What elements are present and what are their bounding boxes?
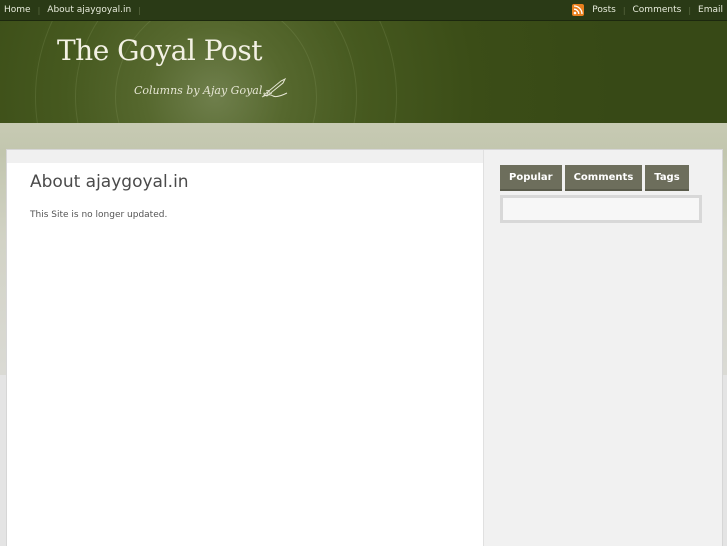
comments-feed-link[interactable]: Comments [629, 5, 686, 15]
posts-feed-link[interactable]: Posts [588, 5, 620, 15]
site-header: The Goyal Post Columns by Ajay Goyal... [0, 21, 727, 123]
nav-home-link[interactable]: Home [0, 5, 35, 15]
nav-about-link[interactable]: About ajaygoyal.in [43, 5, 135, 15]
feed-links: Posts | Comments | Email [572, 0, 727, 20]
sidebar: Popular Comments Tags [484, 150, 722, 546]
nav-separator: | [622, 5, 626, 15]
tab-tags[interactable]: Tags [645, 165, 689, 191]
nav-separator: | [688, 5, 692, 15]
tab-comments[interactable]: Comments [564, 165, 643, 191]
page-body-text: This Site is no longer updated. [30, 210, 168, 220]
top-navigation-bar: Home | About ajaygoyal.in | Posts | Comm… [0, 0, 727, 21]
tab-content-panel [500, 195, 702, 223]
page-title: About ajaygoyal.in [30, 172, 189, 192]
main-content: About ajaygoyal.in This Site is no longe… [7, 163, 483, 546]
site-title[interactable]: The Goyal Post [57, 34, 262, 67]
content-top-strip [7, 150, 483, 163]
email-link[interactable]: Email [694, 5, 727, 15]
tab-popular[interactable]: Popular [500, 165, 562, 191]
top-nav: Home | About ajaygoyal.in | [0, 0, 144, 20]
sidebar-tabs: Popular Comments Tags [500, 165, 689, 191]
pen-icon [261, 77, 289, 103]
main-container: About ajaygoyal.in This Site is no longe… [6, 149, 723, 546]
nav-separator: | [37, 5, 41, 15]
site-tagline: Columns by Ajay Goyal... [134, 84, 273, 97]
rss-icon[interactable] [572, 4, 585, 16]
nav-separator: | [138, 5, 141, 15]
